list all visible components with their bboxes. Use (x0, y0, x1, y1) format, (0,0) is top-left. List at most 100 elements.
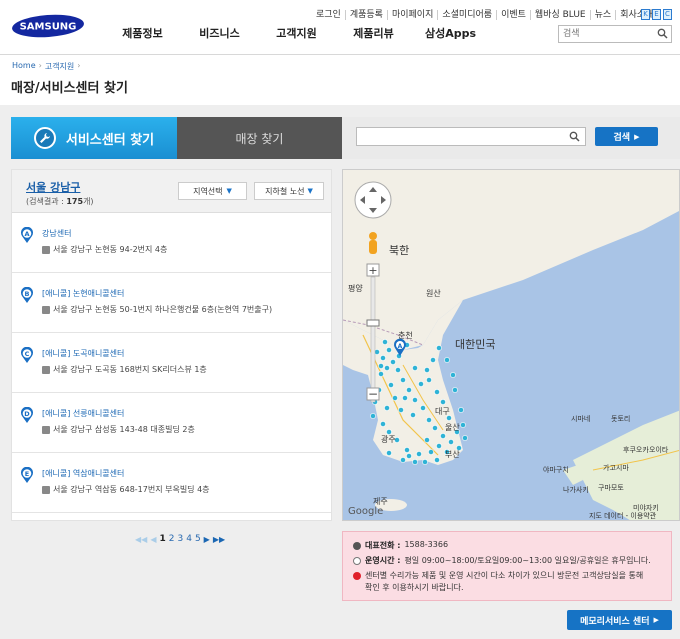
map-center-dot[interactable] (426, 417, 432, 423)
tab-store[interactable]: 매장 찾기 (177, 117, 342, 159)
page-link[interactable]: 2 (169, 534, 175, 544)
breadcrumb-support-link[interactable]: 고객지원 (45, 61, 74, 72)
map-center-dot[interactable] (386, 429, 392, 435)
map-center-dot[interactable] (460, 422, 466, 428)
map-center-dot[interactable] (384, 365, 390, 371)
map-center-dot[interactable] (434, 457, 440, 463)
util-event-link[interactable]: 이벤트 (497, 10, 531, 20)
map-center-dot[interactable] (426, 377, 432, 383)
map-center-dot[interactable] (412, 365, 418, 371)
prev-page-icon[interactable]: ◀ (150, 535, 156, 544)
list-item[interactable]: E [애니콜] 역삼애니콜센터 서울 강남구 역삼동 648-17번지 부옥빌딩… (12, 453, 331, 513)
map-center-dot[interactable] (418, 381, 424, 387)
list-item[interactable]: A 강남센터 서울 강남구 논현동 94-2번지 4층 (12, 213, 331, 273)
region-name[interactable]: 서울 강남구 (26, 179, 80, 195)
map-center-dot[interactable] (390, 359, 396, 365)
map-pan-control[interactable] (354, 181, 392, 219)
search-button[interactable]: 검색 ▶ (595, 127, 658, 146)
page-link[interactable]: 4 (186, 534, 192, 544)
map-center-dot[interactable] (406, 453, 412, 459)
header-search-input[interactable] (559, 26, 653, 42)
list-item[interactable]: B [애니콜] 논현애니콜센터 서울 강남구 논현동 50-1번지 하나은행건물… (12, 273, 331, 333)
center-name[interactable]: [애니콜] 논현애니콜센터 (42, 288, 124, 299)
map-center-dot[interactable] (422, 459, 428, 465)
list-item[interactable]: D [애니콜] 선릉애니콜센터 서울 강남구 삼성동 143-48 대종빌딩 2… (12, 393, 331, 453)
subway-select[interactable]: 지하철 노선 ▼ (254, 182, 324, 200)
util-mypage-link[interactable]: 마이페이지 (388, 10, 439, 20)
map-center-dot[interactable] (440, 433, 446, 439)
street-view-pegman-icon[interactable] (369, 232, 377, 254)
map-center-dot[interactable] (434, 389, 440, 395)
map-center-dot[interactable] (392, 395, 398, 401)
last-page-icon[interactable]: ▶▶ (213, 535, 225, 544)
map-center-dot[interactable] (386, 347, 392, 353)
map-center-dot[interactable] (420, 405, 426, 411)
map-center-dot[interactable] (450, 372, 456, 378)
map-center-dot[interactable] (380, 355, 386, 361)
center-name[interactable]: [애니콜] 역삼애니콜센터 (42, 468, 124, 479)
map-center-dot[interactable] (440, 399, 446, 405)
map-center-dot[interactable] (388, 382, 394, 388)
page-link[interactable]: 3 (177, 534, 183, 544)
map-center-dot[interactable] (412, 459, 418, 465)
map-center-dot[interactable] (384, 405, 390, 411)
region-select[interactable]: 지역선택 ▼ (178, 182, 247, 200)
map-center-dot[interactable] (395, 367, 401, 373)
map-center-dot[interactable] (378, 363, 384, 369)
map-center-dot[interactable] (386, 450, 392, 456)
page-link[interactable]: 5 (195, 534, 201, 544)
util-login-link[interactable]: 로그인 (312, 10, 346, 20)
map-center-dot[interactable] (380, 421, 386, 427)
center-name[interactable]: 강남센터 (42, 228, 71, 239)
map-center-dot[interactable] (424, 437, 430, 443)
first-page-icon[interactable]: ◀◀ (135, 535, 147, 544)
map-center-dot[interactable] (432, 425, 438, 431)
map-center-dot[interactable] (446, 415, 452, 421)
list-item[interactable]: C [애니콜] 도곡애니콜센터 서울 강남구 도곡동 168번지 SK리더스뷰 … (12, 333, 331, 393)
memory-service-center-button[interactable]: 메모리서비스 센터 ▶ (567, 610, 672, 630)
nav-apps[interactable]: 삼성Apps (412, 25, 489, 41)
location-search-input[interactable] (356, 127, 586, 146)
page-link-current[interactable]: 1 (159, 534, 165, 544)
nav-products[interactable]: 제품정보 (104, 25, 181, 41)
samsung-logo[interactable]: SAMSUNG (11, 14, 85, 38)
map-center-dot[interactable] (402, 395, 408, 401)
map-center-dot[interactable] (428, 449, 434, 455)
map-center-dot[interactable] (412, 397, 418, 403)
nav-support[interactable]: 고객지원 (258, 25, 335, 41)
tab-service-center[interactable]: 서비스센터 찾기 (11, 117, 177, 159)
map-center-dot[interactable] (448, 439, 454, 445)
map-center-dot[interactable] (458, 407, 464, 413)
map-center-dot[interactable] (370, 413, 376, 419)
util-blue-link[interactable]: 웹바싱 BLUE (531, 10, 591, 20)
map-center-dot[interactable] (452, 387, 458, 393)
search-icon[interactable] (657, 28, 668, 39)
center-name[interactable]: [애니콜] 도곡애니콜센터 (42, 348, 124, 359)
nav-reviews[interactable]: 제품리뷰 (335, 25, 412, 41)
map-center-dot[interactable] (400, 377, 406, 383)
util-register-link[interactable]: 계품등록 (346, 10, 388, 20)
map-center-dot[interactable] (436, 443, 442, 449)
map-center-dot[interactable] (444, 357, 450, 363)
map-center-dot[interactable] (406, 387, 412, 393)
map-center-dot[interactable] (400, 457, 406, 463)
util-social-link[interactable]: 소셜미디어룸 (438, 10, 498, 20)
nav-business[interactable]: 비즈니스 (181, 25, 258, 41)
map-center-dot[interactable] (416, 451, 422, 457)
map-center-dot[interactable] (382, 339, 388, 345)
lang-english-button[interactable]: E (652, 9, 661, 20)
map-center-dot[interactable] (430, 357, 436, 363)
util-news-link[interactable]: 뉴스 (591, 10, 617, 20)
map-center-dot[interactable] (410, 412, 416, 418)
map-view[interactable]: 북한 평양 원산 춘천 대한민국 울산 광주 대구 부산 제주 야마구치 후쿠오… (342, 169, 680, 521)
next-page-icon[interactable]: ▶ (204, 535, 210, 544)
center-name[interactable]: [애니콜] 선릉애니콜센터 (42, 408, 124, 419)
map-center-dot[interactable] (378, 371, 384, 377)
breadcrumb-home-link[interactable]: Home (12, 61, 36, 72)
lang-chinese-button[interactable]: C (663, 9, 672, 20)
map-center-dot[interactable] (436, 345, 442, 351)
map-center-dot[interactable] (404, 447, 410, 453)
map-center-dot[interactable] (424, 367, 430, 373)
map-center-dot[interactable] (398, 407, 404, 413)
lang-korean-button[interactable]: K (641, 9, 650, 20)
